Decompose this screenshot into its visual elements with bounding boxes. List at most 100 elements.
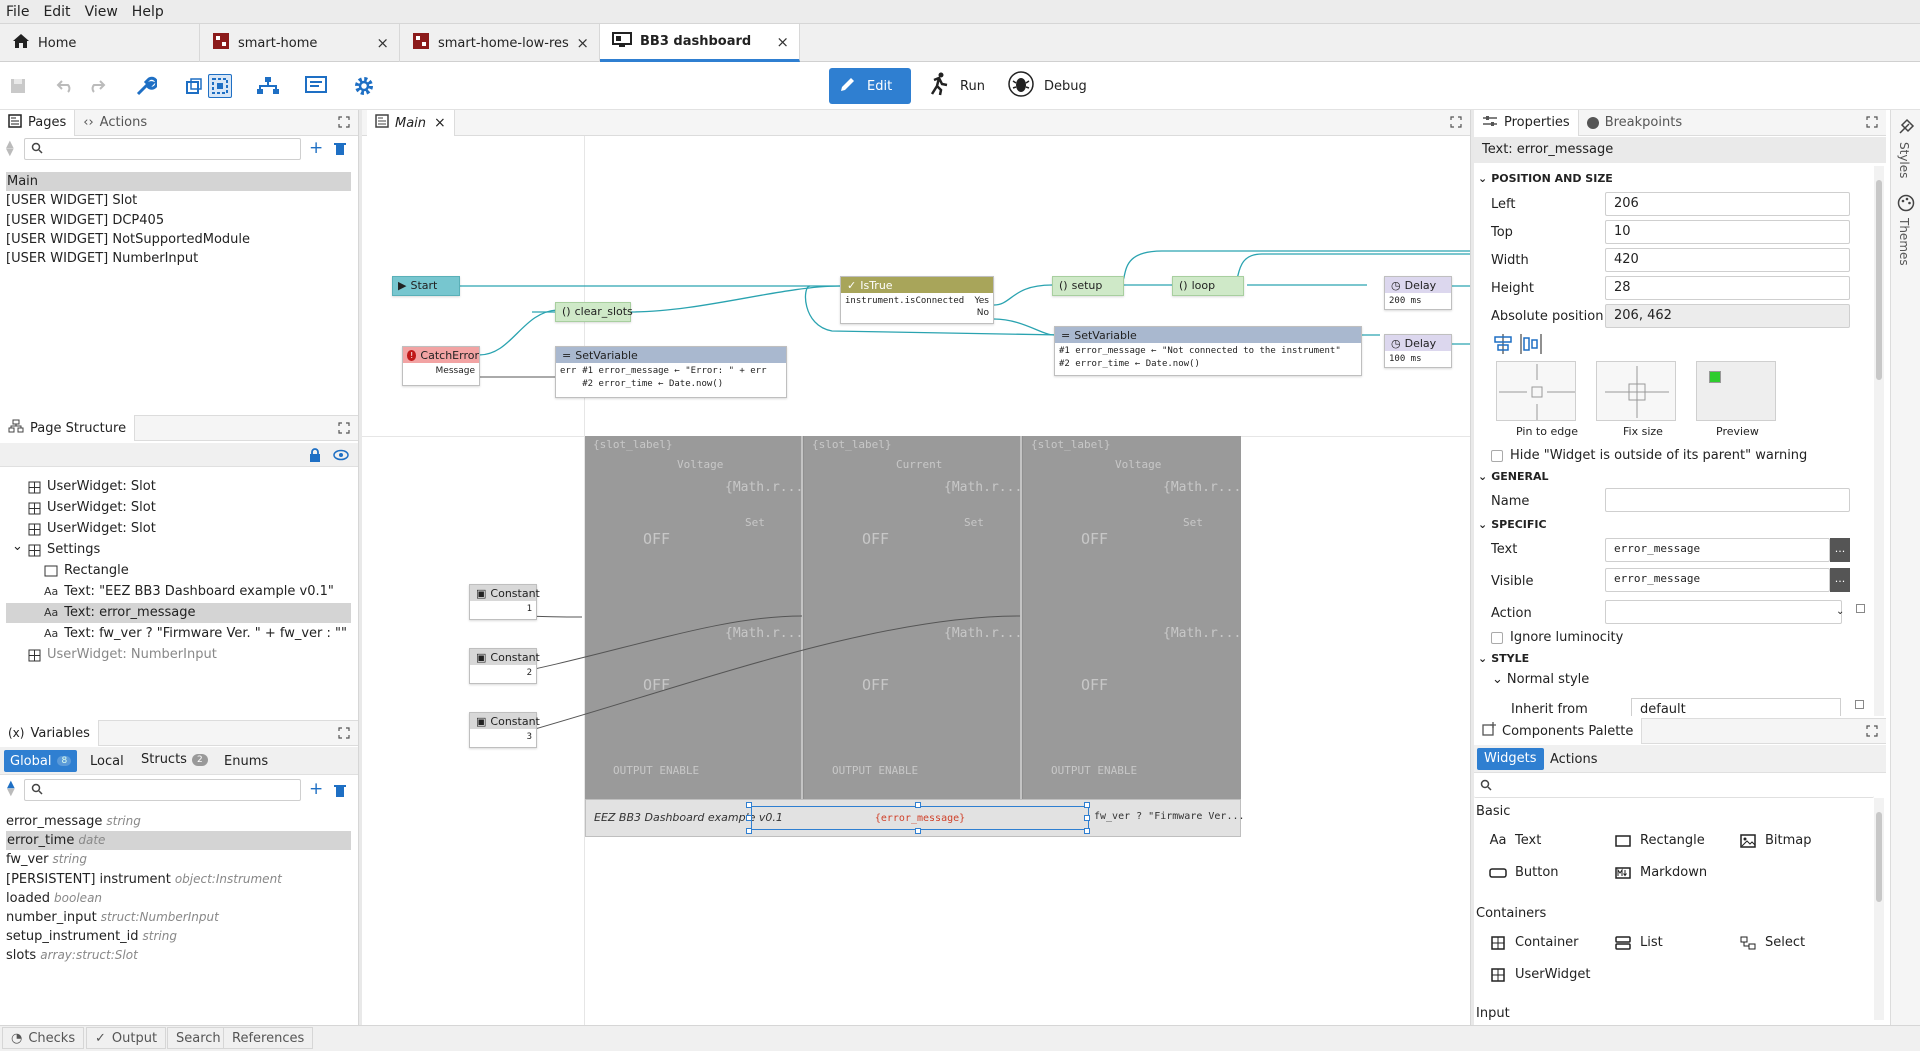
section-style[interactable]: ⌄ STYLE bbox=[1478, 652, 1529, 665]
themes-tab[interactable]: Themes bbox=[1897, 218, 1911, 266]
tab-page-structure[interactable]: Page Structure bbox=[0, 415, 136, 441]
variable-item[interactable]: error_time date bbox=[6, 831, 351, 851]
sort-icon[interactable]: ▲ ▼ bbox=[6, 140, 20, 158]
menu-help[interactable]: Help bbox=[132, 4, 164, 20]
hide-warning-checkbox[interactable] bbox=[1491, 450, 1503, 462]
normal-style-toggle[interactable]: ⌄ Normal style bbox=[1492, 672, 1589, 687]
add-variable-icon[interactable]: + bbox=[309, 781, 323, 798]
maximize-icon[interactable] bbox=[1866, 116, 1878, 128]
variables-search-input[interactable] bbox=[24, 779, 301, 801]
frame-icon[interactable] bbox=[208, 74, 232, 98]
visible-input[interactable]: error_message bbox=[1605, 568, 1830, 592]
setvariable-node[interactable]: = SetVariable err #1 error_message ← "Erro… bbox=[555, 346, 787, 398]
expression-button[interactable]: ... bbox=[1830, 568, 1850, 592]
variable-item[interactable]: [PERSISTENT] instrument object:Instrument bbox=[6, 870, 282, 889]
tab-variables[interactable]: (x) Variables bbox=[0, 720, 99, 746]
scrollbar-thumb[interactable] bbox=[1876, 180, 1882, 380]
palette-item-container[interactable]: Container bbox=[1489, 935, 1579, 950]
close-icon[interactable]: × bbox=[434, 115, 446, 131]
variable-item[interactable]: setup_instrument_id string bbox=[6, 927, 177, 946]
section-position-size[interactable]: ⌄ POSITION AND SIZE bbox=[1478, 172, 1613, 185]
tab-pages[interactable]: Pages bbox=[0, 109, 76, 136]
structure-item[interactable]: UserWidget: Slot bbox=[6, 498, 351, 518]
tab-bb3-dashboard[interactable]: BB3 dashboard × bbox=[600, 24, 800, 62]
left-input[interactable]: 206 bbox=[1605, 192, 1850, 216]
tab-enums[interactable]: Enums bbox=[224, 754, 268, 769]
structure-item[interactable]: UserWidget: Slot bbox=[6, 519, 351, 539]
istrue-node[interactable]: ✓ IsTrue instrument.isConnected Yes No bbox=[840, 276, 994, 324]
name-input[interactable] bbox=[1605, 488, 1850, 512]
structure-item[interactable]: UserWidget: Slot bbox=[6, 477, 351, 497]
width-input[interactable]: 420 bbox=[1605, 248, 1850, 272]
section-specific[interactable]: ⌄ SPECIFIC bbox=[1478, 518, 1547, 531]
palette-item-markdown[interactable]: Markdown bbox=[1614, 865, 1707, 880]
text-input[interactable]: error_message bbox=[1605, 538, 1830, 562]
structure-item[interactable]: Rectangle bbox=[6, 561, 351, 581]
splitter[interactable] bbox=[1470, 110, 1474, 1025]
variable-item[interactable]: error_message string bbox=[6, 812, 141, 831]
small-checkbox[interactable] bbox=[1856, 604, 1865, 613]
undo-icon[interactable] bbox=[54, 74, 78, 98]
delay-node[interactable]: ◷ Delay 200 ms bbox=[1384, 276, 1452, 310]
tab-actions[interactable]: ‹› Actions bbox=[75, 110, 155, 136]
pages-search-input[interactable] bbox=[24, 138, 301, 160]
delete-variable-icon[interactable] bbox=[334, 784, 346, 801]
variable-item[interactable]: loaded boolean bbox=[6, 889, 102, 908]
search-tab[interactable]: Search bbox=[167, 1027, 230, 1049]
palette-item-userwidget[interactable]: UserWidget bbox=[1489, 967, 1590, 982]
redo-icon[interactable] bbox=[84, 74, 108, 98]
structure-item[interactable]: ⌄ Settings bbox=[6, 537, 351, 560]
pin-to-edge-control[interactable] bbox=[1496, 361, 1576, 421]
constant-node[interactable]: ▣ Constant 2 bbox=[469, 648, 540, 684]
fix-size-control[interactable] bbox=[1596, 361, 1676, 421]
maximize-icon[interactable] bbox=[1450, 116, 1462, 128]
close-icon[interactable]: × bbox=[576, 34, 589, 52]
small-checkbox[interactable] bbox=[1855, 700, 1864, 709]
properties-scrollbar[interactable] bbox=[1874, 166, 1884, 716]
maximize-icon[interactable] bbox=[338, 422, 350, 434]
page-item[interactable]: [USER WIDGET] Slot bbox=[6, 191, 137, 210]
maximize-icon[interactable] bbox=[1866, 725, 1878, 737]
add-page-icon[interactable]: + bbox=[309, 140, 323, 157]
constant-node[interactable]: ▣ Constant 3 bbox=[469, 712, 540, 748]
menu-view[interactable]: View bbox=[85, 4, 118, 20]
top-input[interactable]: 10 bbox=[1605, 220, 1850, 244]
start-node[interactable]: ▶ Start bbox=[392, 276, 460, 296]
height-input[interactable]: 28 bbox=[1605, 276, 1850, 300]
tab-widgets[interactable]: Widgets bbox=[1477, 748, 1544, 770]
palette-item-bitmap[interactable]: Bitmap bbox=[1739, 833, 1812, 848]
comment-icon[interactable] bbox=[304, 74, 328, 98]
styles-tab[interactable]: Styles bbox=[1897, 142, 1911, 178]
page-item[interactable]: [USER WIDGET] DCP405 bbox=[6, 211, 164, 230]
palette-icon[interactable] bbox=[1897, 194, 1915, 215]
debug-mode-button[interactable]: Debug bbox=[998, 68, 1094, 104]
menu-file[interactable]: File bbox=[6, 4, 29, 20]
structure-item[interactable]: Aa Text: error_message bbox=[6, 603, 351, 623]
tab-structs[interactable]: Structs 2 bbox=[141, 752, 208, 767]
palette-item-select[interactable]: Select bbox=[1739, 935, 1805, 950]
select-icon[interactable] bbox=[182, 74, 206, 98]
maximize-icon[interactable] bbox=[338, 727, 350, 739]
tab-smart-home[interactable]: smart-home × bbox=[200, 24, 400, 62]
action-select[interactable] bbox=[1605, 600, 1842, 624]
tab-home[interactable]: Home bbox=[0, 24, 200, 62]
gear-icon[interactable] bbox=[352, 74, 376, 98]
hierarchy-icon[interactable] bbox=[256, 74, 280, 98]
loop-node[interactable]: () loop bbox=[1172, 276, 1244, 296]
run-mode-button[interactable]: Run bbox=[918, 68, 994, 104]
menu-edit[interactable]: Edit bbox=[43, 4, 70, 20]
inherit-select[interactable]: default bbox=[1631, 698, 1841, 716]
close-icon[interactable]: × bbox=[376, 34, 389, 52]
align-icon[interactable] bbox=[1492, 334, 1514, 357]
distribute-icon[interactable] bbox=[1520, 334, 1542, 357]
palette-item-text[interactable]: Aa Text bbox=[1489, 833, 1542, 848]
expression-button[interactable]: ... bbox=[1830, 538, 1850, 562]
maximize-icon[interactable] bbox=[338, 116, 350, 128]
structure-item[interactable]: UserWidget: NumberInput bbox=[6, 645, 351, 665]
chevron-down-icon[interactable]: ⌄ bbox=[12, 537, 23, 557]
eye-icon[interactable] bbox=[333, 449, 349, 464]
palette-search-input[interactable] bbox=[1474, 776, 1874, 798]
tab-global[interactable]: Global 8 bbox=[4, 750, 78, 772]
tab-smart-home-low-res[interactable]: smart-home-low-res × bbox=[400, 24, 600, 62]
palette-item-button[interactable]: Button bbox=[1489, 865, 1559, 880]
